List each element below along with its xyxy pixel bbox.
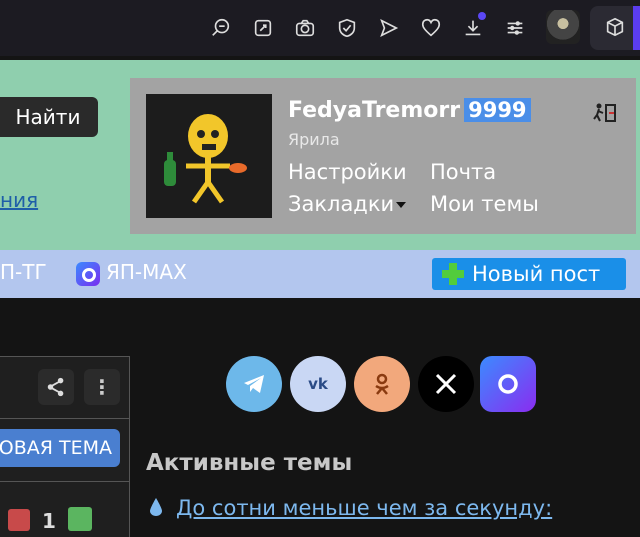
- new-topic-button[interactable]: ОВАЯ ТЕМА: [0, 429, 120, 467]
- nav-max-link[interactable]: ЯП-MAX: [106, 260, 187, 284]
- avatar-image: [146, 94, 272, 218]
- bookmarks-dropdown[interactable]: Закладки: [288, 192, 407, 216]
- vote-count: 1: [42, 509, 56, 533]
- panel-header: ⋮: [0, 357, 129, 419]
- new-post-label: Новый пост: [472, 262, 601, 286]
- nav-strip: П-ТГ ЯП-MAX Новый пост: [0, 250, 640, 298]
- user-panel: FedyaTremorr 9999 Ярила Настройки Почта З…: [130, 78, 636, 234]
- header-link[interactable]: ния: [0, 188, 38, 212]
- more-button[interactable]: ⋮: [84, 369, 120, 405]
- vk-icon: vk: [308, 375, 329, 393]
- username-text[interactable]: FedyaTremorr: [288, 98, 460, 123]
- share-icon: [47, 377, 64, 397]
- share-button[interactable]: [38, 369, 74, 405]
- heart-icon[interactable]: [410, 0, 452, 56]
- max-social-icon: [498, 374, 518, 394]
- zoom-icon[interactable]: [200, 0, 242, 56]
- site-header: Найти ния FedyaTremorr 9999 Ярила Настро…: [0, 60, 640, 250]
- toolbar-icons: [200, 0, 536, 56]
- telegram-button[interactable]: [226, 356, 282, 412]
- topic-panel: ⋮ ОВАЯ ТЕМА 1: [0, 356, 130, 537]
- active-topics-title: Активные темы: [146, 450, 353, 476]
- my-topics-link[interactable]: Мои темы: [430, 192, 539, 216]
- browser-toolbar: [0, 0, 640, 56]
- thumbs-up-icon[interactable]: [68, 507, 92, 531]
- camera-icon[interactable]: [284, 0, 326, 56]
- x-icon: [435, 373, 457, 395]
- bookmarks-label: Закладки: [288, 192, 395, 216]
- x-button[interactable]: [418, 356, 474, 412]
- droplet-icon: [150, 498, 162, 516]
- active-topic-link[interactable]: До сотни меньше чем за секунду:: [176, 496, 552, 520]
- edit-icon[interactable]: [242, 0, 284, 56]
- panel-divider: [0, 481, 129, 482]
- user-rank: Ярила: [288, 130, 340, 149]
- max-icon: [76, 262, 100, 286]
- odnoklassniki-button[interactable]: [354, 356, 410, 412]
- settings-link[interactable]: Настройки: [288, 160, 407, 184]
- new-post-button[interactable]: Новый пост: [432, 258, 626, 290]
- odnoklassniki-icon: [375, 373, 389, 395]
- vk-button[interactable]: vk: [290, 356, 346, 412]
- svg-text:vk: vk: [308, 375, 329, 393]
- sidebar-strip: [633, 6, 640, 50]
- telegram-icon: [244, 375, 264, 393]
- chevron-down-icon: [396, 202, 407, 208]
- sliders-icon[interactable]: [494, 0, 536, 56]
- user-score-badge: 9999: [464, 98, 531, 122]
- username[interactable]: FedyaTremorr 9999: [288, 98, 531, 123]
- nav-tg-link[interactable]: П-ТГ: [0, 260, 47, 284]
- thumbs-down-icon[interactable]: [8, 509, 30, 531]
- logout-icon[interactable]: [592, 102, 618, 124]
- search-button[interactable]: Найти: [0, 97, 98, 137]
- send-icon[interactable]: [368, 0, 410, 56]
- max-button[interactable]: [480, 356, 536, 412]
- user-avatar[interactable]: [146, 94, 272, 218]
- shield-icon[interactable]: [326, 0, 368, 56]
- download-badge: [478, 12, 486, 20]
- download-icon[interactable]: [452, 0, 494, 56]
- plus-icon: [442, 263, 464, 285]
- cube-icon: [606, 17, 624, 37]
- mail-link[interactable]: Почта: [430, 160, 496, 184]
- profile-avatar[interactable]: [546, 10, 580, 44]
